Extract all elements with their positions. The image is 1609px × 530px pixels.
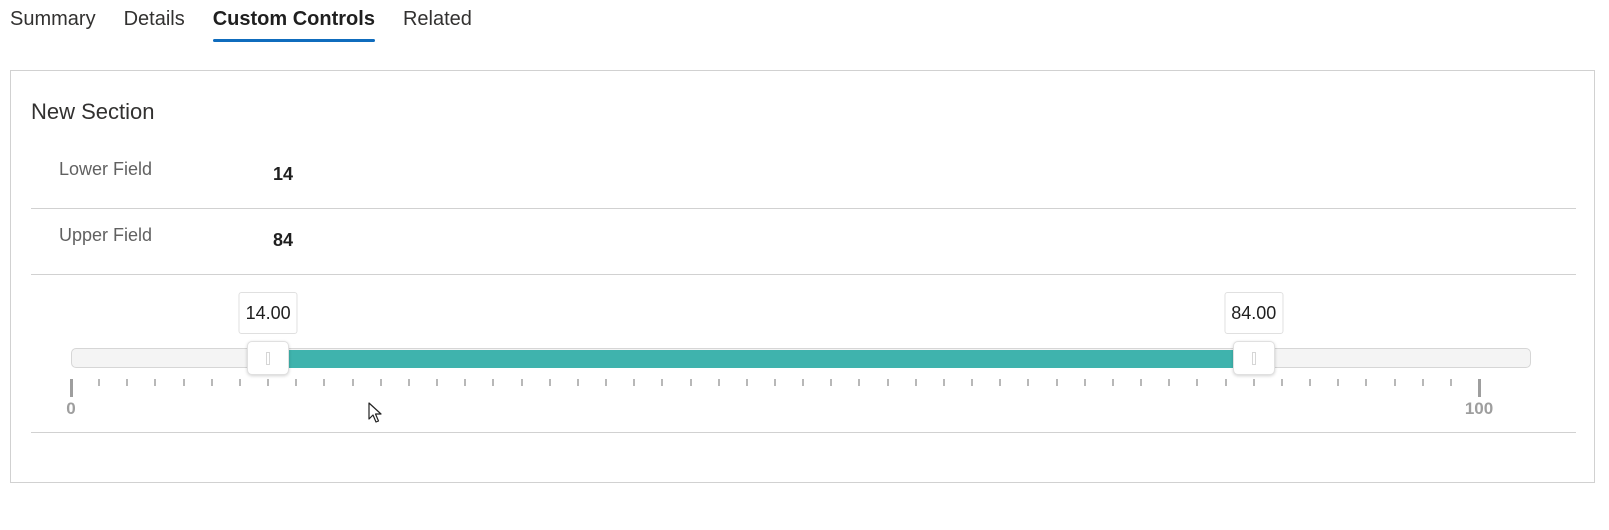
slider-min-label: 0 [66,399,76,418]
slider-tick [548,379,551,386]
tab-custom-controls[interactable]: Custom Controls [212,0,376,42]
upper-value-tooltip: 84.00 [1224,292,1284,334]
grip-icon [266,352,271,365]
slider-tick [520,379,523,386]
slider-tick [745,379,748,386]
slider-tick [1393,379,1396,386]
slider-tick [1309,379,1312,386]
lower-thumb[interactable] [247,341,290,375]
slider-tick [126,379,129,386]
upper-field-label: Upper Field [59,225,153,245]
slider-tick [1168,379,1171,386]
slider-tick [802,379,805,386]
slider-tick [436,379,439,386]
slider-tick [914,379,917,386]
upper-thumb[interactable] [1232,341,1275,375]
slider-tick [323,379,326,386]
slider-tick [774,379,776,386]
slider-tick [605,379,608,386]
slider-tick [1111,379,1114,386]
slider-tick [182,379,185,386]
slider-tick [971,379,974,386]
slider-tick [999,379,1002,386]
lower-field-row: Lower Field 14 [31,143,1576,209]
section-title: New Section [31,99,155,124]
slider-tick [942,379,945,386]
slider-tick [1337,379,1340,386]
slider-tick [689,379,692,386]
upper-field-value[interactable]: 84 [273,230,293,251]
slider-tick [464,379,467,386]
slider-tick [267,379,270,386]
slider-tick [886,379,889,386]
slider-tick [492,379,495,386]
slider-max-label: 100 [1464,399,1494,418]
slider-tick [1083,379,1086,386]
slider-tick [576,379,579,386]
slider-tick [633,379,636,386]
tab-details[interactable]: Details [124,0,185,42]
grip-icon [1251,352,1256,365]
tab-related[interactable]: Related [403,0,472,42]
slider-tick [858,379,861,386]
slider-range-fill [268,350,1254,368]
tab-summary[interactable]: Summary [10,0,96,42]
slider-tick [830,379,833,386]
range-slider: 14.00 84.00 0 100 [31,278,1576,433]
slider-tick [1252,379,1255,386]
slider-tick [154,379,157,386]
slider-tick [210,379,213,386]
slider-tick [1280,379,1283,386]
slider-tick [1027,379,1030,386]
slider-tick [407,379,410,386]
tab-bar: Summary Details Custom Controls Related [10,0,500,42]
lower-field-value[interactable]: 14 [273,164,293,185]
upper-field-row: Upper Field 84 [31,209,1576,275]
new-section: New Section Lower Field 14 Upper Field 8… [10,70,1595,483]
lower-field-label: Lower Field [59,159,153,179]
slider-tick [98,379,101,386]
slider-tick [1449,379,1452,386]
slider-tick [379,379,382,386]
slider-tick [1477,379,1481,397]
slider-tick [295,379,298,386]
slider-tick [351,379,354,386]
lower-value-tooltip: 14.00 [238,292,298,334]
mouse-pointer-icon [368,402,382,423]
slider-tick [1421,379,1424,386]
slider-tick [1140,379,1143,386]
slider-tick [717,379,720,386]
slider-tick [1365,379,1368,386]
slider-tick [1055,379,1058,386]
slider-tick [661,379,664,386]
slider-tick [1196,379,1199,386]
slider-tick [1224,379,1227,386]
slider-tick [69,379,73,397]
slider-tick [238,379,241,386]
